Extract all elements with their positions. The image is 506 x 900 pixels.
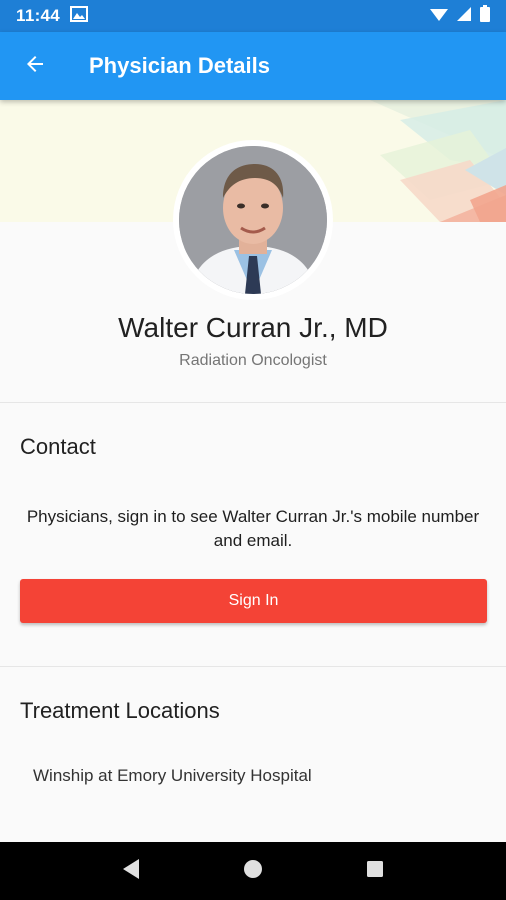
status-bar: 11:44 [0,0,506,32]
divider [0,402,506,403]
page-title: Physician Details [89,53,270,78]
signal-icon [457,6,471,26]
arrow-back-icon [23,52,47,81]
status-time: 11:44 [16,6,61,25]
back-button[interactable] [0,32,70,100]
nav-back-button[interactable] [111,851,151,891]
battery-icon [480,5,490,27]
physician-name: Walter Curran Jr., MD [118,312,388,343]
nav-home-button[interactable] [233,851,273,891]
back-triangle-icon [121,858,141,885]
divider [0,666,506,667]
sign-in-button[interactable]: Sign In [20,579,487,623]
wifi-icon [430,7,448,26]
sign-in-label: Sign In [228,592,279,609]
treatment-section-title: Treatment Locations [20,698,220,723]
recents-square-icon [366,860,384,883]
physician-specialty: Radiation Oncologist [179,352,327,369]
system-nav-bar [0,842,506,900]
contact-section-title: Contact [20,434,96,459]
treatment-location-item[interactable]: Winship at Emory University Hospital [33,766,312,786]
gallery-notification-icon [70,5,89,27]
home-circle-icon [243,859,263,884]
contact-message: Physicians, sign in to see Walter Curran… [26,507,480,550]
nav-recents-button[interactable] [355,851,395,891]
app-bar: Physician Details [0,32,506,100]
avatar-frame [173,140,333,300]
physician-photo [179,146,327,294]
